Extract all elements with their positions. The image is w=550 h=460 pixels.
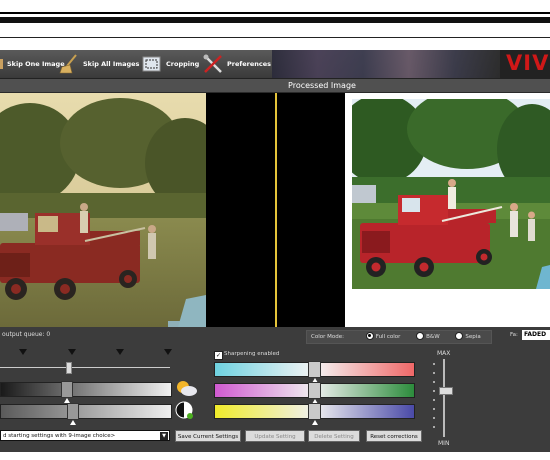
controls-panel: output queue: 0 d starting settings with… <box>0 327 550 452</box>
preset-slider-thumb[interactable] <box>66 362 72 374</box>
contrast-slider-thumb[interactable] <box>67 403 79 420</box>
cropping-button[interactable]: Cropping <box>141 53 199 75</box>
strength-slider-thumb[interactable] <box>439 387 453 395</box>
vertical-scale-ticks <box>433 363 436 433</box>
radio-icon <box>416 331 425 340</box>
broom-icon <box>58 53 80 75</box>
toolbar: Skip One Image Skip All Images Cropping <box>0 50 550 79</box>
app-window: Skip One Image Skip All Images Cropping <box>0 50 550 452</box>
preset-slider-track <box>0 367 170 368</box>
strength-slider-track[interactable] <box>443 359 445 437</box>
sharpening-label: Sharpening enabled <box>224 351 280 357</box>
app-logo: VIV <box>500 50 550 78</box>
original-photo[interactable] <box>0 93 206 327</box>
radio-icon <box>455 331 464 340</box>
update-setting-button[interactable]: Update Setting <box>245 430 305 442</box>
image-viewer <box>0 93 550 327</box>
max-label: MAX <box>437 350 451 357</box>
brightness-slider[interactable] <box>0 381 172 403</box>
color-mode-bw[interactable]: B&W <box>416 331 440 340</box>
magenta-green-slider[interactable] <box>214 382 415 404</box>
output-queue-status: output queue: 0 <box>2 331 51 338</box>
preferences-button[interactable]: Preferences <box>202 53 271 75</box>
yellow-blue-default-marker <box>312 420 318 425</box>
chrome-line <box>0 37 550 38</box>
preset-marker[interactable] <box>164 349 172 355</box>
yellow-blue-slider-thumb[interactable] <box>308 403 321 420</box>
color-mode-sepia[interactable]: Sepia <box>455 331 481 340</box>
fade-value[interactable]: FADED <box>522 330 550 340</box>
browser-chrome <box>0 0 550 50</box>
tools-icon <box>202 53 224 75</box>
skip-all-button[interactable]: Skip All Images <box>58 53 139 75</box>
min-label: MIN <box>438 440 450 447</box>
skip-one-button[interactable]: Skip One Image <box>0 53 65 75</box>
brightness-slider-thumb[interactable] <box>61 381 73 398</box>
cyan-red-slider-thumb[interactable] <box>308 361 321 378</box>
processed-photo[interactable] <box>352 99 550 289</box>
radio-icon <box>365 331 374 340</box>
brightness-icon <box>174 379 198 397</box>
processed-image-header: Processed Image <box>0 79 550 93</box>
reset-corrections-button[interactable]: Reset corrections <box>366 430 422 442</box>
save-settings-button[interactable]: Save Current Settings <box>175 430 241 442</box>
delete-setting-button[interactable]: Delete Setting <box>308 430 360 442</box>
color-mode-group: Color Mode: Full color B&W Sepia <box>306 330 492 344</box>
crop-icon <box>141 53 163 75</box>
contrast-slider[interactable] <box>0 403 172 425</box>
compare-divider[interactable] <box>275 93 277 327</box>
yellow-blue-slider[interactable] <box>214 403 415 425</box>
settings-preset-select[interactable]: d starting settings with 9-image choice>… <box>0 430 170 441</box>
chrome-line <box>0 17 550 23</box>
chrome-line <box>0 12 550 14</box>
contrast-default-marker <box>70 420 76 425</box>
toolbar-banner <box>272 50 500 78</box>
magenta-green-slider-thumb[interactable] <box>308 382 321 399</box>
color-mode-full-color[interactable]: Full color <box>365 331 400 340</box>
chevron-down-icon[interactable]: ▼ <box>160 432 168 440</box>
contrast-icon <box>175 401 195 421</box>
preset-marker[interactable] <box>19 349 27 355</box>
skip-one-icon <box>0 53 4 75</box>
color-mode-label: Color Mode: <box>311 334 344 340</box>
sharpening-checkbox[interactable]: ✓ <box>214 351 223 360</box>
cyan-red-slider[interactable] <box>214 361 415 383</box>
fade-label: Fa: <box>510 332 518 338</box>
preset-marker[interactable] <box>116 349 124 355</box>
preset-marker[interactable] <box>68 349 76 355</box>
processed-photo-panel <box>345 93 550 327</box>
